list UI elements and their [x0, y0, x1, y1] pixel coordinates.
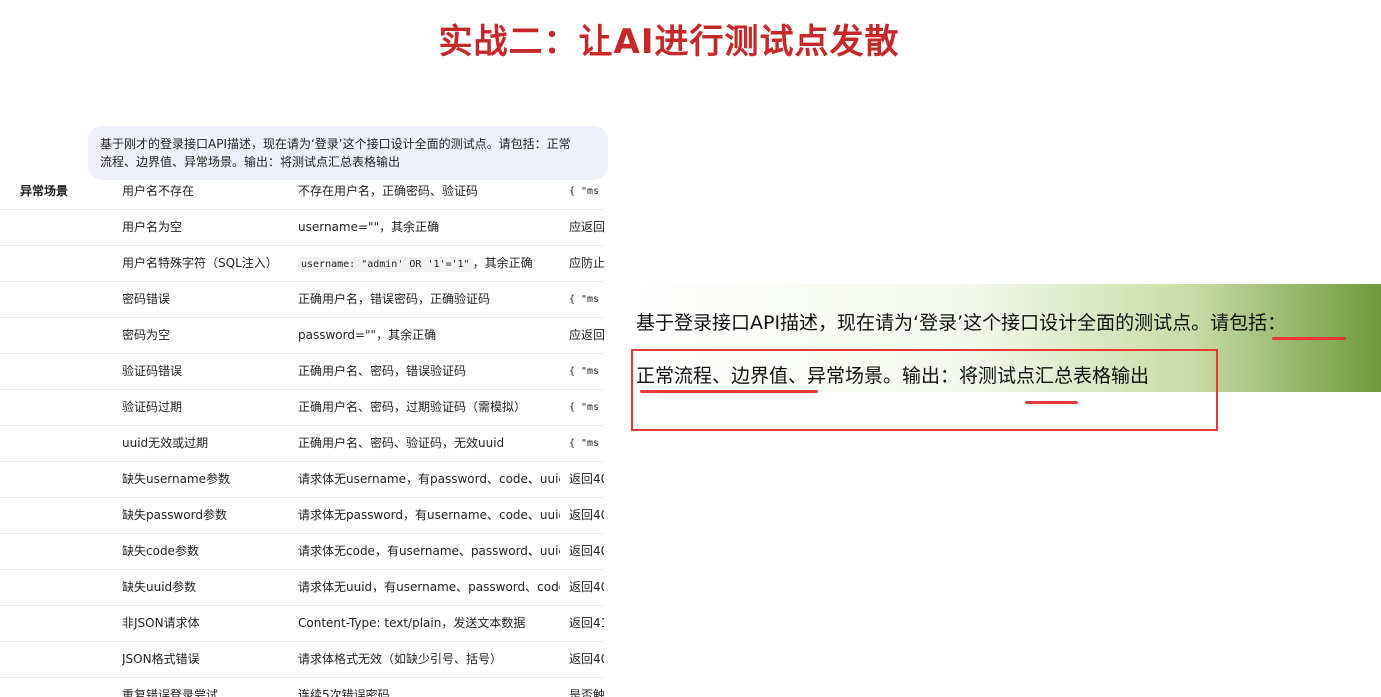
table-row: 用户名为空 username=""，其余正确 应返回 — [0, 210, 604, 246]
test-point-desc: 请求体无uuid，有username、password、code — [298, 580, 560, 594]
expected-result: 应返回 — [569, 220, 604, 234]
test-point-desc: 不存在用户名，正确密码、验证码 — [298, 184, 479, 198]
table-row: 非JSON请求体 Content-Type: text/plain，发送文本数据… — [0, 606, 604, 642]
banner-highlight: 请包括： — [1210, 312, 1287, 334]
test-point-name: 重复错误登录尝试 — [122, 688, 219, 697]
table-row: 缺失uuid参数 请求体无uuid，有username、password、cod… — [0, 570, 604, 606]
test-point-name: 用户名特殊字符（SQL注入） — [122, 256, 278, 270]
table-row: JSON格式错误 请求体格式无效（如缺少引号、括号） 返回40 — [0, 642, 604, 678]
test-point-desc: 正确用户名、密码、验证码，无效uuid — [298, 436, 505, 450]
category-label: 异常场景 — [20, 184, 69, 198]
underline-mark — [640, 390, 818, 393]
test-point-name: 用户名为空 — [122, 220, 183, 234]
banner-line-1: 基于登录接口API描述，现在请为‘登录’这个接口设计全面的测试点。请包括： — [636, 308, 1286, 335]
test-point-name: 密码错误 — [122, 292, 171, 306]
underline-mark — [1025, 401, 1078, 404]
table-row: 重复错误登录尝试 连续5次错误密码 是否触 — [0, 678, 604, 697]
test-point-name: uuid无效或过期 — [122, 436, 209, 450]
test-point-desc: 连续5次错误密码 — [298, 688, 390, 697]
table-row: 缺失username参数 请求体无username，有password、code… — [0, 462, 604, 498]
expected-result: { "ms — [569, 402, 600, 413]
test-point-desc: 请求体格式无效（如缺少引号、括号） — [298, 652, 503, 666]
expected-result: 返回40 — [569, 652, 604, 666]
expected-result: 返回40 — [569, 472, 604, 486]
expected-result: { "ms — [569, 438, 600, 449]
test-point-name: 验证码错误 — [122, 364, 183, 378]
expected-result: 返回40 — [569, 544, 604, 558]
underline-mark — [1272, 337, 1346, 340]
test-point-name: 缺失password参数 — [122, 508, 227, 522]
expected-result: 返回41 — [569, 616, 604, 630]
table-row: 缺失password参数 请求体无password，有username、code… — [0, 498, 604, 534]
test-point-name: 非JSON请求体 — [122, 616, 200, 630]
desc-suffix: ，其余正确 — [472, 256, 533, 270]
prompt-bubble: 基于刚才的登录接口API描述，现在请为‘登录’这个接口设计全面的测试点。请包括：… — [88, 126, 608, 180]
test-point-desc: Content-Type: text/plain，发送文本数据 — [298, 616, 526, 630]
expected-result: { "ms — [569, 294, 600, 305]
expected-result: 应防止 — [569, 256, 604, 270]
test-point-desc: 请求体无username，有password、code、uuid — [298, 472, 560, 486]
table-row: 验证码过期 正确用户名、密码，过期验证码（需模拟） { "ms — [0, 390, 604, 426]
test-point-desc: 正确用户名、密码，错误验证码 — [298, 364, 467, 378]
test-points-table: 异常场景 用户名不存在 不存在用户名，正确密码、验证码 { "ms 用户名为空 … — [0, 174, 604, 697]
expected-result: 应返回 — [569, 328, 604, 342]
test-point-desc: 请求体无code，有username、password、uuid — [298, 544, 560, 558]
test-point-desc: 请求体无password，有username、code、uuid — [298, 508, 560, 522]
test-point-desc: 正确用户名，错误密码，正确验证码 — [298, 292, 491, 306]
table-row: 密码错误 正确用户名，错误密码，正确验证码 { "ms — [0, 282, 604, 318]
test-point-desc: username=""，其余正确 — [298, 220, 440, 234]
prompt-line-1: 基于刚才的登录接口API描述，现在请为‘登录’这个接口设计全面的测试点。请包括：… — [100, 137, 571, 151]
test-point-name: 验证码过期 — [122, 400, 183, 414]
table-row: 用户名特殊字符（SQL注入） username: "admin' OR '1'=… — [0, 246, 604, 282]
table-row: 异常场景 用户名不存在 不存在用户名，正确密码、验证码 { "ms — [0, 174, 604, 210]
expected-result: 返回40 — [569, 580, 604, 594]
test-point-name: 用户名不存在 — [122, 184, 195, 198]
expected-result: 返回40 — [569, 508, 604, 522]
expected-result: { "ms — [569, 366, 600, 377]
table-row: 验证码错误 正确用户名、密码，错误验证码 { "ms — [0, 354, 604, 390]
banner-text: 基于登录接口API描述，现在请为‘登录’这个接口设计全面的测试点。 — [636, 312, 1211, 334]
test-point-name: 缺失code参数 — [122, 544, 199, 558]
test-point-desc: password=""，其余正确 — [298, 328, 437, 342]
test-point-name: 缺失username参数 — [122, 472, 230, 486]
test-point-name: 缺失uuid参数 — [122, 580, 197, 594]
test-point-desc: username: "admin' OR '1'='1" ，其余正确 — [298, 246, 560, 281]
table-row: uuid无效或过期 正确用户名、密码、验证码，无效uuid { "ms — [0, 426, 604, 462]
table-row: 密码为空 password=""，其余正确 应返回 — [0, 318, 604, 354]
expected-result: { "ms — [569, 186, 600, 197]
expected-result: 是否触 — [569, 688, 604, 697]
table-row: 缺失code参数 请求体无code，有username、password、uui… — [0, 534, 604, 570]
test-point-name: JSON格式错误 — [122, 652, 200, 666]
code-snippet: username: "admin' OR '1'='1" — [298, 257, 473, 272]
prompt-line-2: 流程、边界值、异常场景。输出：将测试点汇总表格输出 — [100, 155, 401, 169]
page-title: 实战二：让AI进行测试点发散 — [438, 22, 900, 62]
test-point-desc: 正确用户名、密码，过期验证码（需模拟） — [298, 400, 527, 414]
test-point-name: 密码为空 — [122, 328, 171, 342]
